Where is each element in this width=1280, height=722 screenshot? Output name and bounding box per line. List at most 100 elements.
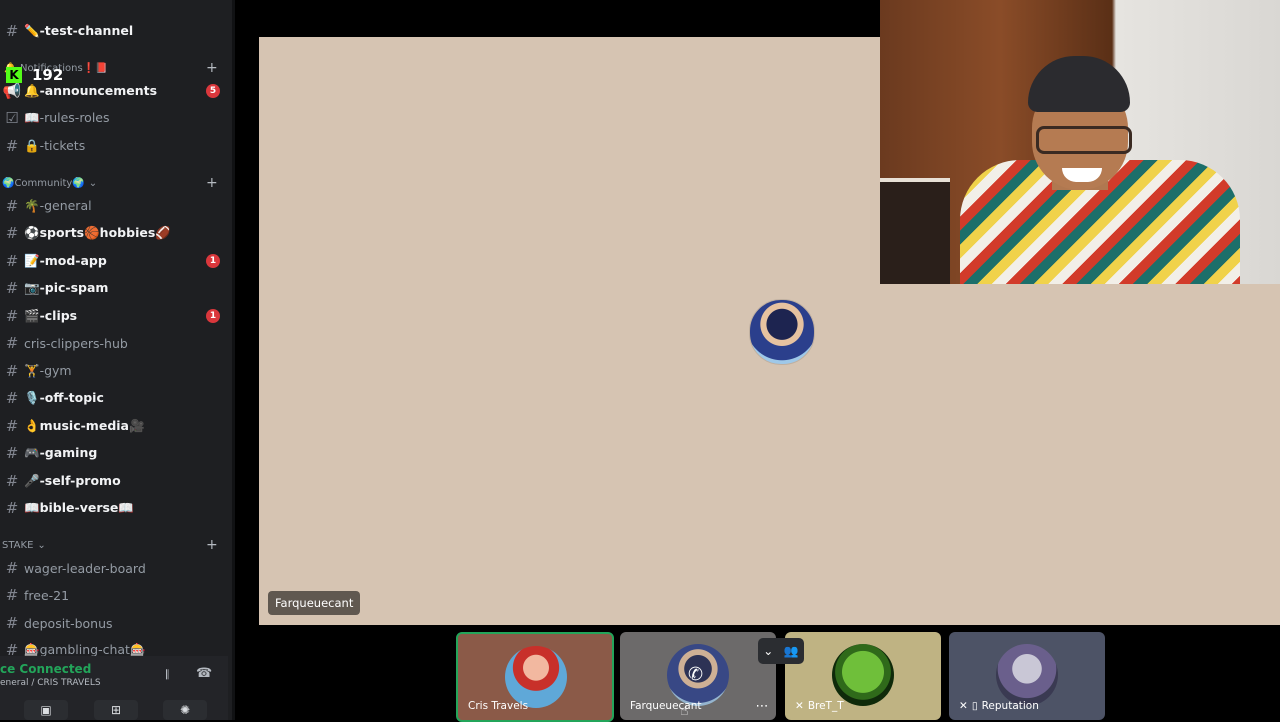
channel-gym[interactable]: # 🏋️-gym (0, 358, 232, 384)
muted-mic-icon: ✕ (795, 700, 804, 712)
channel-sports-hobbies[interactable]: # ⚽sports🏀hobbies🏈 (0, 220, 232, 246)
channel-sidebar: # ✏️-test-channel 🔔-Notifications❗📕 + 📢 … (0, 0, 232, 720)
channel-name: 🔔-announcements (24, 83, 158, 98)
webcam-person-glasses (1036, 126, 1132, 154)
webcam-person-cap (1028, 56, 1130, 112)
category-stake[interactable]: STAKE ⌄ + (0, 537, 232, 553)
hash-icon: # (5, 252, 19, 270)
channel-name: cris-clippers-hub (24, 335, 128, 351)
disconnect-icon[interactable]: ☎ (196, 666, 212, 681)
channel-name: ⚽sports🏀hobbies🏈 (24, 225, 171, 240)
channel-name: 🎬-clips (24, 308, 78, 323)
mouse-cursor-icon: ☝ (680, 703, 689, 719)
channel-pic-spam[interactable]: # 📷-pic-spam (0, 275, 232, 301)
kick-logo-icon: K (6, 67, 22, 83)
voice-channel-path[interactable]: eneral / CRIS TRAVELS (0, 678, 101, 688)
hash-icon: # (5, 224, 19, 242)
unread-badge: 5 (206, 84, 220, 98)
channel-tickets[interactable]: # 🔒-tickets (0, 133, 232, 159)
checkbox-icon: ☑ (5, 109, 19, 127)
more-options-icon[interactable]: ⋯ (753, 697, 771, 715)
noise-suppression-icon[interactable]: 𝄃 (166, 668, 169, 683)
participant-label: ✕ ▯ Reputation (955, 696, 1043, 716)
chevron-down-icon: ⌄ (37, 539, 46, 551)
hash-icon: # (5, 137, 19, 155)
plus-icon[interactable]: + (206, 537, 218, 553)
speaker-avatar (749, 299, 815, 365)
participant-name: Reputation (981, 700, 1039, 712)
hash-icon: # (5, 614, 19, 632)
channel-gaming[interactable]: # 🎮-gaming (0, 440, 232, 466)
channel-name: 📖bible-verse📖 (24, 500, 134, 515)
channel-wager-leader-board[interactable]: # wager-leader-board (0, 555, 232, 581)
channel-mod-app[interactable]: # 📝-mod-app 1 (0, 248, 232, 274)
channel-cris-clippers-hub[interactable]: # cris-clippers-hub (0, 330, 232, 356)
invite-people-icon[interactable]: 👥 (784, 644, 799, 658)
participant-tile-cris-travels[interactable]: Cris Travels (456, 632, 614, 722)
channel-self-promo[interactable]: # 🎤-self-promo (0, 468, 232, 494)
channel-test-channel[interactable]: # ✏️-test-channel (0, 18, 232, 44)
channel-name: 🎤-self-promo (24, 473, 121, 488)
kick-viewer-overlay: K 192 (6, 66, 63, 84)
hash-icon: # (5, 559, 19, 577)
channel-bible-verse[interactable]: # 📖bible-verse📖 (0, 495, 232, 521)
voice-status[interactable]: ce Connected (0, 662, 91, 676)
hash-icon: # (5, 334, 19, 352)
hash-icon: # (5, 307, 19, 325)
chevron-down-icon: ⌄ (88, 177, 98, 189)
tile-controls-popup[interactable]: ⌄ 👥 (758, 638, 804, 664)
channel-name: wager-leader-board (24, 560, 146, 576)
channel-general[interactable]: # 🌴-general (0, 193, 232, 219)
channel-name: 🌴-general (24, 198, 92, 213)
channel-rules-roles[interactable]: ☑ 📖-rules-roles (0, 105, 232, 131)
channel-name: 🎙️-off-topic (24, 390, 104, 405)
channel-name: 🔒-tickets (24, 138, 86, 153)
channel-free-21[interactable]: # free-21 (0, 582, 232, 608)
channel-deposit-bonus[interactable]: # deposit-bonus (0, 610, 232, 636)
channel-clips[interactable]: # 🎬-clips 1 (0, 303, 232, 329)
hash-icon: # (5, 22, 19, 40)
unread-badge: 1 (206, 254, 220, 268)
participant-tile-reputation[interactable]: ✕ ▯ Reputation (949, 632, 1105, 720)
soundboard-button[interactable]: ✺ (163, 700, 207, 720)
channel-name: 🏋️-gym (24, 363, 72, 378)
hash-icon: # (5, 472, 19, 490)
participant-name: BreT_T (807, 700, 844, 712)
muted-mic-icon: ✕ (959, 700, 968, 712)
hash-icon: # (5, 417, 19, 435)
channel-name: deposit-bonus (24, 615, 113, 631)
participant-label: ✕ BreT_T (791, 696, 848, 716)
hash-icon: # (5, 586, 19, 604)
hash-icon: # (5, 279, 19, 297)
screen-share-button[interactable]: ▣ (24, 700, 68, 720)
hash-icon: # (5, 197, 19, 215)
channel-name: 📷-pic-spam (24, 280, 109, 295)
channel-name: free-21 (24, 587, 70, 603)
hash-icon: # (5, 444, 19, 462)
participant-name: Farqueuecant (630, 700, 702, 712)
activities-button[interactable]: ⊞ (94, 700, 138, 720)
channel-name: ✏️-test-channel (24, 23, 134, 38)
streamer-webcam (880, 0, 1280, 284)
soundboard-icon: ✺ (179, 703, 191, 717)
plus-icon[interactable]: + (206, 175, 218, 191)
channel-off-topic[interactable]: # 🎙️-off-topic (0, 385, 232, 411)
unread-badge: 1 (206, 309, 220, 323)
category-community[interactable]: 🌍Community🌍 ⌄ + (0, 175, 232, 191)
screen-share-icon: ▣ (40, 703, 52, 717)
activities-icon: ⊞ (110, 703, 122, 717)
hash-icon: # (5, 389, 19, 407)
hash-icon: # (5, 362, 19, 380)
channel-name: 📖-rules-roles (24, 110, 110, 125)
category-label: 🌍Community🌍 (2, 177, 85, 189)
plus-icon[interactable]: + (206, 60, 218, 76)
hash-icon: # (5, 499, 19, 517)
megaphone-icon: 📢 (2, 82, 22, 100)
chevron-down-icon[interactable]: ⌄ (763, 644, 773, 658)
sidebar-divider (232, 0, 235, 720)
webcam-cabinet (880, 182, 950, 284)
channel-music-media[interactable]: # 👌music-media🎥 (0, 413, 232, 439)
participant-tile-bret-t[interactable]: ✕ BreT_T (785, 632, 941, 720)
channel-name: 👌music-media🎥 (24, 418, 145, 433)
channel-name: 🎮-gaming (24, 445, 98, 460)
